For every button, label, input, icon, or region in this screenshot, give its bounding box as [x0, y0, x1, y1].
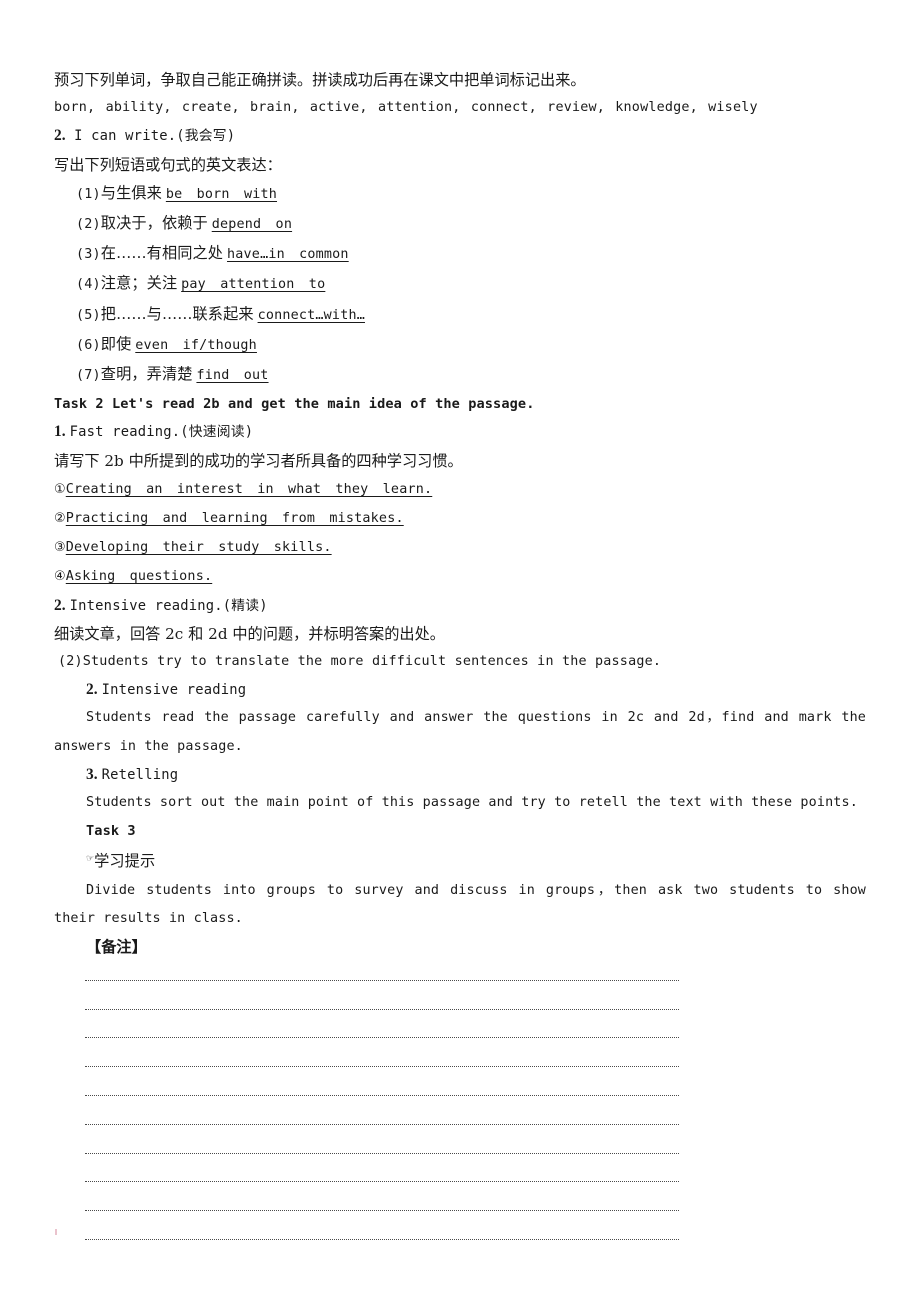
- phrase-chinese: 即使: [100, 334, 132, 353]
- fast-reading-answer-2: ②Practicing and learning from mistakes.: [54, 504, 866, 533]
- phrase-item-6: (6)即使 even if/though: [54, 330, 866, 360]
- phrase-chinese: 把……与……联系起来: [100, 304, 254, 323]
- procedure-step3-heading: 3. Retelling: [54, 761, 866, 789]
- task3-body: Divide students into groups to survey an…: [54, 882, 866, 926]
- phrase-answer: have…in common: [227, 247, 349, 263]
- circled-number-icon: ②: [54, 511, 66, 527]
- note-line[interactable]: [85, 1154, 679, 1183]
- fast-reading-prompt: 请写下 2b 中所提到的成功的学习者所具备的四种学习习惯。: [54, 451, 463, 470]
- note-line[interactable]: [85, 1010, 679, 1039]
- document-content: 预习下列单词，争取自己能正确拼读。拼读成功后再在课文中把单词标记出来。 born…: [54, 66, 866, 961]
- procedure-step3-title: Retelling: [101, 766, 179, 783]
- procedure-step3-number: 3.: [86, 765, 98, 783]
- section-write-prompt: 写出下列短语或句式的英文表达：: [54, 155, 282, 174]
- procedure-step2-heading: 2. Intensive reading: [54, 676, 866, 704]
- fast-reading-answer-text: Creating an interest in what they learn.: [65, 481, 433, 497]
- procedure-step2-number: 2.: [86, 681, 98, 699]
- phrase-answer: connect…with…: [257, 307, 365, 323]
- fast-reading-answer-1: ①Creating an interest in what they learn…: [54, 475, 866, 504]
- phrase-marker: (1): [76, 186, 101, 202]
- section-write-heading: 2. I can write.(我会写): [54, 122, 866, 150]
- section-write-number: 2.: [54, 127, 66, 145]
- phrase-item-7: (7)查明，弄清楚 find out: [54, 360, 866, 390]
- intensive-reading-number: 2.: [54, 596, 66, 614]
- phrase-item-5: (5)把……与……联系起来 connect…with…: [54, 300, 866, 330]
- circled-number-icon: ③: [54, 540, 66, 556]
- intensive-reading-heading: 2. Intensive reading.(精读): [54, 592, 866, 620]
- phrase-marker: (4): [76, 277, 101, 293]
- procedure-step3-body: Students sort out the main point of this…: [86, 795, 858, 811]
- pointing-hand-icon: ☞: [86, 854, 95, 865]
- phrase-chinese: 在……有相同之处: [100, 244, 224, 263]
- scan-artifact-speck: [55, 1229, 57, 1235]
- fast-reading-answer-3: ③Developing their study skills.: [54, 533, 866, 562]
- intensive-reading-note: (2)Students try to translate the more di…: [58, 654, 662, 670]
- task2-heading: Task 2 Let's read 2b and get the main id…: [54, 396, 535, 413]
- circled-number-icon: ④: [54, 569, 66, 585]
- phrase-chinese: 取决于，依赖于: [100, 214, 208, 233]
- phrase-chinese: 与生俱来: [100, 183, 162, 202]
- fast-reading-answer-text: Asking questions.: [65, 569, 213, 585]
- note-line[interactable]: [85, 1211, 679, 1240]
- phrase-answer: be born with: [165, 186, 278, 202]
- phrase-marker: (5): [76, 307, 101, 323]
- phrase-item-1: (1)与生俱来 be born with: [54, 179, 866, 209]
- phrase-marker: (3): [76, 247, 101, 263]
- note-line[interactable]: [85, 1096, 679, 1125]
- fast-reading-answer-4: ④Asking questions.: [54, 562, 866, 591]
- phrase-marker: (2): [76, 217, 101, 233]
- phrase-answer: even if/though: [135, 337, 257, 353]
- intro-instruction: 预习下列单词，争取自己能正确拼读。拼读成功后再在课文中把单词标记出来。: [54, 71, 586, 89]
- phrase-chinese: 注意；关注: [100, 274, 178, 293]
- phrase-marker: (7): [76, 368, 101, 384]
- worksheet-page: 预习下列单词，争取自己能正确拼读。拼读成功后再在课文中把单词标记出来。 born…: [0, 0, 920, 1303]
- note-line[interactable]: [85, 1067, 679, 1096]
- phrase-answer: pay attention to: [181, 277, 326, 293]
- note-line[interactable]: [85, 981, 679, 1010]
- procedure-step2-body: Students read the passage carefully and …: [54, 710, 866, 754]
- phrase-item-4: (4)注意；关注 pay attention to: [54, 269, 866, 299]
- fast-reading-answer-text: Developing their study skills.: [65, 540, 332, 556]
- phrase-answer: depend on: [211, 217, 293, 233]
- fast-reading-title: Fast reading.(快速阅读): [69, 424, 254, 441]
- procedure-step2-title: Intensive reading: [101, 682, 247, 699]
- intensive-reading-title: Intensive reading.(精读): [69, 597, 268, 614]
- fast-reading-number: 1.: [54, 423, 66, 441]
- phrase-marker: (6): [76, 337, 101, 353]
- task3-tip-line: ☞学习提示: [54, 845, 866, 876]
- note-line[interactable]: [85, 1125, 679, 1154]
- intensive-reading-prompt: 细读文章，回答 2c 和 2d 中的问题，并标明答案的出处。: [54, 624, 445, 643]
- section-write-title: I can write.(我会写): [74, 128, 236, 145]
- fast-reading-heading: 1. Fast reading.(快速阅读): [54, 418, 866, 446]
- phrase-chinese: 查明，弄清楚: [100, 365, 193, 384]
- phrase-item-2: (2)取决于，依赖于 depend on: [54, 209, 866, 239]
- phrase-answer: find out: [196, 368, 269, 384]
- note-line[interactable]: [85, 1182, 679, 1212]
- note-line[interactable]: [85, 1038, 679, 1068]
- fast-reading-answer-text: Practicing and learning from mistakes.: [65, 511, 404, 527]
- notes-lines-area: [85, 952, 679, 1240]
- task3-heading: Task 3: [86, 823, 136, 840]
- circled-number-icon: ①: [54, 481, 66, 497]
- vocabulary-word-list: born, ability, create, brain, active, at…: [54, 100, 758, 116]
- task3-tip-label: 学习提示: [94, 852, 156, 871]
- note-line[interactable]: [85, 952, 679, 981]
- phrase-item-3: (3)在……有相同之处 have…in common: [54, 239, 866, 269]
